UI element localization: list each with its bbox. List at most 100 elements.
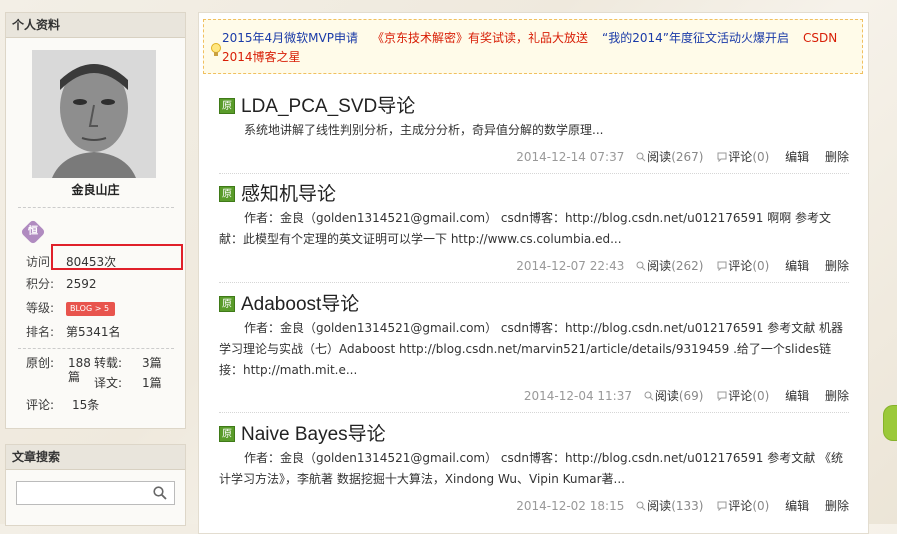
delete-link[interactable]: 删除 — [825, 389, 849, 403]
read-link[interactable]: 阅读(267) — [636, 150, 703, 164]
article-title-row: 原 LDA_PCA_SVD导论 — [219, 91, 415, 117]
article-meta: 2014-12-07 22:43 阅读(262) 评论(0) 编辑 删除 — [516, 257, 849, 274]
article-divider — [219, 412, 849, 413]
comment-count: (0) — [752, 389, 770, 403]
delete-link[interactable]: 删除 — [825, 259, 849, 273]
article-date: 2014-12-04 11:37 — [523, 389, 632, 403]
points-value: 2592 — [66, 277, 97, 291]
comments-label: 评论: — [26, 398, 55, 412]
speech-bubble-icon — [717, 261, 727, 271]
comment-link[interactable]: 评论(0) — [717, 499, 769, 513]
article-title-link[interactable]: LDA_PCA_SVD导论 — [241, 96, 415, 117]
article-date: 2014-12-02 18:15 — [516, 499, 625, 513]
repost-value: 3篇 — [142, 356, 162, 370]
speech-bubble-icon — [717, 501, 727, 511]
rank-label: 排名: — [26, 325, 55, 339]
comment-count: (0) — [752, 259, 770, 273]
delete-link[interactable]: 删除 — [825, 499, 849, 513]
article-divider — [219, 173, 849, 174]
rank-row: 排名: 第5341名 — [26, 323, 121, 341]
comment-label[interactable]: 评论 — [728, 259, 752, 273]
level-row: 等级: BLOG > 5 — [26, 299, 116, 317]
article-summary: 作者：金良（golden1314521@gmail.com） csdn博客：ht… — [219, 321, 844, 377]
search-input[interactable] — [21, 482, 153, 504]
comment-label[interactable]: 评论 — [728, 389, 752, 403]
rank-value: 第5341名 — [66, 325, 121, 339]
notice-line-1: 2015年4月微软MVP申请 《京东技术解密》有奖试读，礼品大放送 “我的2014”… — [222, 29, 851, 46]
translation-label: 译文: — [94, 376, 123, 390]
level-badge-text: BLOG — [70, 303, 93, 313]
article-title-link[interactable]: 感知机导论 — [241, 184, 336, 205]
speech-bubble-icon — [717, 152, 727, 162]
original-tag: 原 — [219, 98, 235, 114]
article-date: 2014-12-07 22:43 — [516, 259, 625, 273]
notice-link-blogstar[interactable]: 2014博客之星 — [222, 50, 301, 64]
repost-label: 转载: — [94, 356, 123, 370]
read-count: (262) — [671, 259, 704, 273]
article-title-row: 原 Adaboost导论 — [219, 289, 359, 315]
read-link[interactable]: 阅读(133) — [636, 499, 703, 513]
speech-bubble-icon — [717, 391, 727, 401]
original-value: 188篇 — [68, 356, 91, 384]
comment-label[interactable]: 评论 — [728, 150, 752, 164]
read-count: (267) — [671, 150, 704, 164]
divider — [18, 348, 174, 349]
visits-highlight-box — [51, 244, 183, 270]
notice-link-essay[interactable]: “我的2014”年度征文活动火爆开启 — [602, 31, 789, 45]
notice-link-csdn[interactable]: CSDN — [803, 31, 837, 45]
magnifier-icon — [636, 152, 646, 162]
level-value: 5 — [103, 303, 110, 313]
edit-link[interactable]: 编辑 — [785, 389, 809, 403]
comment-link[interactable]: 评论(0) — [717, 150, 769, 164]
comments-value: 15条 — [72, 398, 100, 412]
medal-icon[interactable]: 恒 — [20, 219, 46, 245]
article-divider — [219, 282, 849, 283]
edit-link[interactable]: 编辑 — [785, 150, 809, 164]
article-title-link[interactable]: Adaboost导论 — [241, 294, 359, 315]
read-link[interactable]: 阅读(69) — [644, 389, 703, 403]
comment-link[interactable]: 评论(0) — [717, 259, 769, 273]
delete-link[interactable]: 删除 — [825, 150, 849, 164]
profile-panel: 个人资料 金良山庄 恒 访问: 80453次 积分: 2592 等级: BLOG > … — [5, 12, 186, 429]
comment-link[interactable]: 评论(0) — [717, 389, 769, 403]
translation-value: 1篇 — [142, 376, 162, 390]
article-summary: 作者：金良（golden1314521@gmail.com） csdn博客：ht… — [219, 451, 844, 486]
article-title-row: 原 Naive Bayes导论 — [219, 419, 386, 445]
article-meta: 2014-12-04 11:37 阅读(69) 评论(0) 编辑 删除 — [524, 387, 849, 404]
notice-bar: 2015年4月微软MVP申请 《京东技术解密》有奖试读，礼品大放送 “我的2014”… — [203, 19, 863, 74]
article-title-link[interactable]: Naive Bayes导论 — [241, 424, 386, 445]
article-list-panel: 2015年4月微软MVP申请 《京东技术解密》有奖试读，礼品大放送 “我的2014”… — [198, 12, 869, 534]
lightbulb-icon — [211, 43, 221, 56]
avatar[interactable] — [32, 50, 156, 178]
profile-panel-title: 个人资料 — [6, 13, 185, 38]
search-panel-title: 文章搜索 — [6, 445, 185, 470]
read-label[interactable]: 阅读 — [647, 499, 671, 513]
original-tag: 原 — [219, 186, 235, 202]
edit-link[interactable]: 编辑 — [785, 259, 809, 273]
notice-link-jd[interactable]: 《京东技术解密》有奖试读，礼品大放送 — [372, 31, 588, 45]
floating-side-tab[interactable] — [883, 405, 897, 441]
notice-link-mvp[interactable]: 2015年4月微软MVP申请 — [222, 31, 358, 45]
divider — [18, 207, 174, 208]
original-tag: 原 — [219, 426, 235, 442]
original-label: 原创: — [26, 356, 55, 370]
comment-count: (0) — [752, 150, 770, 164]
search-box[interactable] — [16, 481, 175, 505]
article-search-panel: 文章搜索 — [5, 444, 186, 526]
avatar-photo — [32, 50, 156, 178]
comment-label[interactable]: 评论 — [728, 499, 752, 513]
user-name[interactable]: 金良山庄 — [6, 181, 185, 198]
read-count: (133) — [671, 499, 704, 513]
article-date: 2014-12-14 07:37 — [516, 150, 625, 164]
comment-count: (0) — [752, 499, 770, 513]
blog-level-badge: BLOG > 5 — [66, 301, 116, 316]
article-meta: 2014-12-14 07:37 阅读(267) 评论(0) 编辑 删除 — [516, 148, 849, 165]
read-label[interactable]: 阅读 — [647, 259, 671, 273]
read-label[interactable]: 阅读 — [655, 389, 679, 403]
read-link[interactable]: 阅读(262) — [636, 259, 703, 273]
edit-link[interactable]: 编辑 — [785, 499, 809, 513]
search-icon[interactable] — [153, 486, 167, 500]
article-summary: 作者：金良（golden1314521@gmail.com） csdn博客：ht… — [219, 211, 832, 246]
read-label[interactable]: 阅读 — [647, 150, 671, 164]
article-meta: 2014-12-02 18:15 阅读(133) 评论(0) 编辑 删除 — [516, 497, 849, 514]
